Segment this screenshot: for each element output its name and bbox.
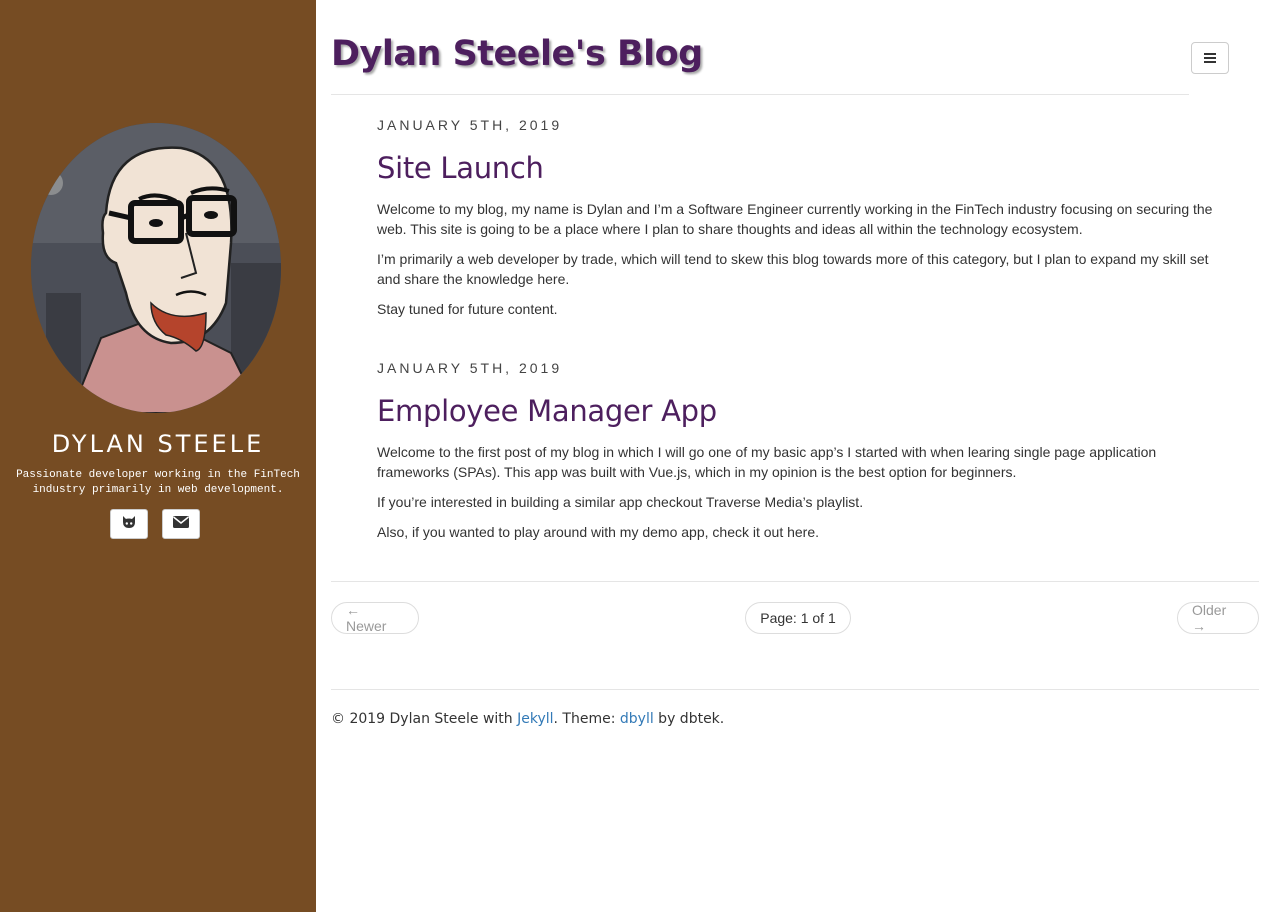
post-body: Welcome to my blog, my name is Dylan and… bbox=[377, 199, 1227, 319]
sidebar: DYLAN STEELE Passionate developer workin… bbox=[0, 0, 316, 912]
post-paragraph: If you’re interested in building a simil… bbox=[377, 494, 864, 510]
author-bio-line: industry primarily in web development. bbox=[32, 484, 284, 496]
posts-divider bbox=[331, 581, 1259, 582]
post-paragraph: Welcome to the first post of my blog in … bbox=[377, 444, 1157, 480]
avatar bbox=[31, 123, 281, 413]
jekyll-link[interactable]: Jekyll bbox=[517, 711, 553, 727]
page-indicator: Page: 1 of 1 bbox=[745, 602, 851, 634]
site-title[interactable]: Dylan Steele's Blog bbox=[331, 34, 703, 74]
post-title[interactable]: Site Launch bbox=[377, 151, 1227, 191]
post-title[interactable]: Employee Manager App bbox=[377, 394, 1227, 434]
post-paragraph: Also, if you wanted to play around with … bbox=[377, 524, 820, 540]
menu-button[interactable] bbox=[1191, 42, 1229, 74]
post-paragraph: Welcome to my blog, my name is Dylan and… bbox=[377, 201, 1213, 237]
footer-copyright: © 2019 Dylan Steele with bbox=[331, 711, 518, 727]
mail-icon bbox=[173, 515, 189, 533]
theme-link[interactable]: dbyll bbox=[620, 711, 654, 727]
avatar-illustration bbox=[31, 123, 281, 413]
author-bio-line: Passionate developer working in the FinT… bbox=[16, 469, 300, 481]
email-button[interactable] bbox=[162, 509, 200, 539]
newer-button[interactable]: ← Newer bbox=[331, 602, 419, 634]
footer: © 2019 Dylan Steele with Jekyll. Theme: … bbox=[331, 711, 724, 727]
author-name: DYLAN STEELE bbox=[51, 430, 265, 458]
older-button[interactable]: Older → bbox=[1177, 602, 1259, 634]
post-date: JANUARY 5TH, 2019 bbox=[377, 360, 563, 376]
post: JANUARY 5TH, 2019 Site Launch Welcome to… bbox=[377, 117, 1227, 329]
post-paragraph: Stay tuned for future content. bbox=[377, 301, 558, 317]
post-date: JANUARY 5TH, 2019 bbox=[377, 117, 563, 133]
footer-suffix: by dbtek. bbox=[653, 711, 725, 727]
github-button[interactable] bbox=[110, 509, 148, 539]
github-icon bbox=[121, 515, 137, 534]
post-body: Welcome to the first post of my blog in … bbox=[377, 442, 1227, 542]
author-bio: Passionate developer working in the FinT… bbox=[8, 468, 308, 498]
post: JANUARY 5TH, 2019 Employee Manager App W… bbox=[377, 360, 1227, 552]
footer-divider bbox=[331, 689, 1259, 690]
header-divider bbox=[331, 94, 1189, 95]
footer-theme-text: . Theme: bbox=[553, 711, 620, 727]
post-paragraph: I’m primarily a web developer by trade, … bbox=[377, 251, 1209, 287]
hamburger-icon bbox=[1204, 51, 1216, 66]
